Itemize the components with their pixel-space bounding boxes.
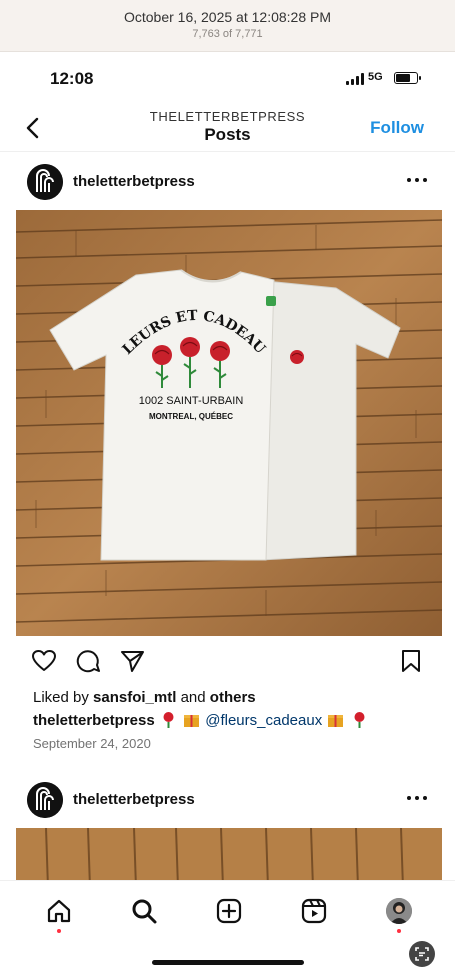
- post-actions: [0, 648, 455, 678]
- gift-icon: [184, 715, 200, 727]
- live-text-icon[interactable]: [409, 941, 435, 967]
- status-time: 12:08: [50, 69, 94, 88]
- avatar[interactable]: [27, 782, 63, 818]
- bookmark-icon[interactable]: [398, 648, 424, 674]
- rose-icon: [163, 712, 174, 728]
- battery-icon: [394, 72, 421, 84]
- shirt-address-text: 1002 SAINT-URBAIN: [139, 395, 244, 407]
- liked-and: and: [180, 689, 206, 706]
- network-label: 5G: [368, 71, 383, 83]
- bottom-tab-bar: [0, 880, 455, 974]
- profile-notification-dot: [397, 929, 401, 933]
- tshirt-photo: FLEURS ET CADEAUX 1002 SAINT-URBAIN MONT…: [16, 210, 442, 636]
- gift-icon: [328, 715, 344, 727]
- photo-viewer-header: October 16, 2025 at 12:08:28 PM 7,763 of…: [0, 0, 455, 52]
- phone-screen: 12:08 5G THELETTERBETPRESS Posts Follow: [0, 52, 455, 974]
- photo-count: 7,763 of 7,771: [192, 28, 263, 40]
- paper-plane-icon[interactable]: [119, 648, 145, 674]
- likes-text: Liked by sansfoi_mtl and others: [33, 689, 256, 706]
- profile-avatar-icon[interactable]: [386, 898, 412, 924]
- post-username[interactable]: theletterbetpress: [73, 173, 195, 190]
- caption-username[interactable]: theletterbetpress: [33, 712, 155, 729]
- status-bar: 12:08 5G: [0, 52, 455, 102]
- rose-icon: [354, 712, 365, 728]
- photo-date: October 16, 2025 at 12:08:28 PM: [123, 9, 332, 25]
- home-indicator: [152, 960, 304, 965]
- post-image[interactable]: FLEURS ET CADEAUX 1002 SAINT-URBAIN MONT…: [16, 210, 442, 636]
- search-icon[interactable]: [130, 897, 158, 925]
- signal-icon: [346, 73, 366, 85]
- liked-user-link[interactable]: sansfoi_mtl: [93, 689, 176, 706]
- post-header: theletterbetpress: [0, 772, 455, 828]
- post-date: September 24, 2020: [33, 736, 151, 751]
- comment-icon[interactable]: [75, 648, 101, 674]
- liked-others-link[interactable]: others: [210, 689, 256, 706]
- posts-header: THELETTERBETPRESS Posts Follow: [0, 104, 455, 152]
- post-header: theletterbetpress: [0, 154, 455, 210]
- heart-icon[interactable]: [31, 648, 57, 674]
- avatar[interactable]: [27, 164, 63, 200]
- post-image[interactable]: [16, 828, 442, 888]
- reels-icon[interactable]: [300, 897, 328, 925]
- home-notification-dot: [57, 929, 61, 933]
- shirt-city-text: MONTREAL, QUÉBEC: [149, 412, 233, 421]
- post-username[interactable]: theletterbetpress: [73, 791, 195, 808]
- more-horizontal-icon[interactable]: [405, 174, 429, 186]
- follow-button[interactable]: Follow: [370, 118, 424, 138]
- logo-icon: [27, 782, 63, 818]
- wood-floor-photo: [16, 828, 442, 888]
- caption-mention-link[interactable]: @fleurs_cadeaux: [205, 712, 322, 729]
- home-icon[interactable]: [45, 897, 73, 925]
- plus-square-icon[interactable]: [215, 897, 243, 925]
- more-horizontal-icon[interactable]: [405, 792, 429, 804]
- liked-prefix: Liked by: [33, 689, 89, 706]
- post-caption: theletterbetpress @fleurs_cadeaux: [33, 711, 369, 729]
- logo-icon: [27, 164, 63, 200]
